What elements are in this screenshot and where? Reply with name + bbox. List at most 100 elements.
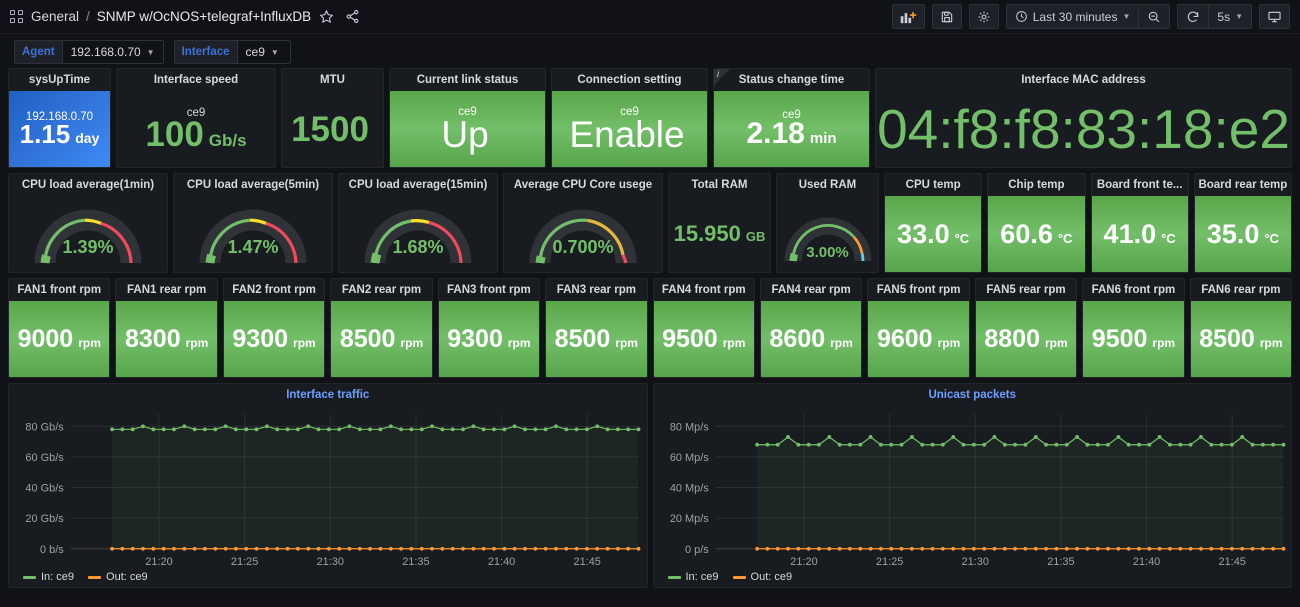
dashboard-row-3-fans: FAN1 front rpm 9000 rpm FAN1 rear rpm 8300 rp… <box>8 278 1293 378</box>
breadcrumb-folder-link[interactable]: General <box>31 9 79 24</box>
panel-title: Interface speed <box>153 74 239 86</box>
stat-unit: °C <box>1264 230 1279 246</box>
panel-body: 3.00% <box>777 196 878 272</box>
dashboards-grid-icon <box>10 9 24 24</box>
stat-value: 9300 <box>447 324 503 353</box>
panel-sysuptime[interactable]: sysUpTime 192.168.0.70 1.15 day <box>8 68 111 168</box>
refresh-interval-picker[interactable]: 5s ▼ <box>1209 5 1251 28</box>
time-range-picker[interactable]: Last 30 minutes ▼ <box>1007 5 1139 28</box>
panel-mtu[interactable]: MTU 1500 <box>281 68 384 168</box>
stat-unit: °C <box>1161 230 1176 246</box>
panel-body: 9300 rpm <box>223 301 325 377</box>
variable-agent-label: Agent <box>14 40 62 64</box>
panel-fan-3[interactable]: FAN2 front rpm 9300 rpm <box>222 278 326 378</box>
save-dashboard-button[interactable] <box>931 4 962 29</box>
panel-fan-8[interactable]: FAN4 rear rpm 8600 rpm <box>759 278 863 378</box>
gauge-cpu-load-15min: 1.68% <box>339 196 497 272</box>
panel-fan-2[interactable]: FAN1 rear rpm 8300 rpm <box>115 278 218 378</box>
svg-text:21:35: 21:35 <box>1047 556 1074 568</box>
legend-item-out[interactable]: Out: ce9 <box>88 571 148 583</box>
legend-swatch <box>667 575 681 579</box>
tv-mode-button[interactable] <box>1259 4 1290 29</box>
stat-value: Up <box>441 113 489 155</box>
panel-body: ce9 Up <box>390 91 545 167</box>
star-icon[interactable] <box>315 6 337 28</box>
stat-value: 15.950 <box>673 221 741 246</box>
panel-fan-7[interactable]: FAN4 front rpm 9500 rpm <box>652 278 755 378</box>
panel-body: 1.39% <box>9 196 167 272</box>
stat-unit: rpm <box>937 335 961 350</box>
chart-svg: 0 p/s 20 Mp/s 40 Mp/s 60 Mp/s 80 Mp/s 21:20 21… <box>669 414 1285 568</box>
panel-average-cpu-core-usage[interactable]: Average CPU Core usege 0.700% <box>503 173 663 273</box>
stat-value: 9000 <box>17 324 74 353</box>
legend-item-out[interactable]: Out: ce9 <box>732 571 792 583</box>
panel-cpu-load-1min[interactable]: CPU load average(1min) 1.39% <box>8 173 168 273</box>
panel-fan-11[interactable]: FAN6 front rpm 9500 rpm <box>1082 278 1185 378</box>
variable-agent-select[interactable]: 192.168.0.70 ▼ <box>61 40 164 64</box>
panel-fan-10[interactable]: FAN5 rear rpm 8800 rpm <box>974 278 1078 378</box>
info-icon[interactable]: i <box>717 69 719 79</box>
panel-body: 8500 rpm <box>546 301 647 377</box>
svg-text:21:45: 21:45 <box>573 556 600 568</box>
panel-interface-speed[interactable]: Interface speed ce9 100 Gb/s <box>116 68 276 168</box>
stat-unit: °C <box>954 230 970 246</box>
page-title: SNMP w/OcNOS+telegraf+InfluxDB <box>96 9 312 24</box>
panel-cpu-load-15min[interactable]: CPU load average(15min) 1.68% <box>338 173 498 273</box>
time-range-control-group: Last 30 minutes ▼ <box>1005 4 1171 29</box>
panel-fan-9[interactable]: FAN5 front rpm 9600 rpm <box>867 278 970 378</box>
gauge-value: 1.47% <box>227 237 279 257</box>
stat-value: 8800 <box>984 324 1040 353</box>
share-icon[interactable] <box>341 6 363 28</box>
panel-cpu-load-5min[interactable]: CPU load average(5min) 1.47% <box>173 173 333 273</box>
chevron-down-icon: ▼ <box>270 47 279 57</box>
dashboard-settings-button[interactable] <box>968 4 999 29</box>
legend-label: Out: ce9 <box>106 571 148 583</box>
zoom-out-time-button[interactable] <box>1139 5 1169 28</box>
panel-title: Interface traffic <box>286 389 370 401</box>
gauge-value: 3.00% <box>806 244 849 261</box>
panel-cpu-temp[interactable]: CPU temp 33.0 °C <box>884 173 983 273</box>
panel-title: CPU load average(1min) <box>21 179 155 191</box>
panel-body: 8800 rpm <box>975 301 1077 377</box>
stat-unit: day <box>75 130 100 146</box>
add-panel-button[interactable] <box>891 4 925 29</box>
panel-title: Average CPU Core usege <box>513 179 653 191</box>
panel-fan-6[interactable]: FAN3 rear rpm 8500 rpm <box>545 278 648 378</box>
panel-title: FAN6 rear rpm <box>1201 284 1281 296</box>
gauge-value: 0.700% <box>552 237 614 257</box>
panel-body: 9300 rpm <box>438 301 540 377</box>
panel-body: 8300 rpm <box>116 301 217 377</box>
stat-unit: rpm <box>1259 335 1283 350</box>
panel-status-change-time[interactable]: i Status change time ce9 2.18 min <box>713 68 870 168</box>
panel-board-front-temp[interactable]: Board front te... 41.0 °C <box>1090 173 1189 273</box>
panel-fan-4[interactable]: FAN2 rear rpm 8500 rpm <box>330 278 433 378</box>
chevron-down-icon: ▼ <box>146 47 155 57</box>
panel-current-link-status[interactable]: Current link status ce9 Up <box>389 68 546 168</box>
stat-value: 41.0 <box>1103 218 1157 249</box>
panel-title: Current link status <box>416 74 519 86</box>
chart-legend: In: ce9 Out: ce9 <box>23 571 148 583</box>
panel-interface-mac-address[interactable]: Interface MAC address 04:f8:f8:83:18:e2 <box>875 68 1292 168</box>
svg-text:60 Mp/s: 60 Mp/s <box>669 452 708 464</box>
panel-body: 60.6 °C <box>988 196 1085 272</box>
panel-interface-traffic[interactable]: Interface traffic 0 b/s 20 Gb/s 40 Gb/s 60 … <box>8 383 648 588</box>
panel-connection-setting[interactable]: Connection setting ce9 Enable <box>551 68 708 168</box>
panel-chip-temp[interactable]: Chip temp 60.6 °C <box>987 173 1086 273</box>
dashboard-grid: sysUpTime 192.168.0.70 1.15 day Interfac… <box>0 66 1300 588</box>
svg-text:21:30: 21:30 <box>961 556 988 568</box>
refresh-button[interactable] <box>1178 5 1208 28</box>
legend-item-in[interactable]: In: ce9 <box>667 571 719 583</box>
panel-unicast-packets[interactable]: Unicast packets 0 p/s 20 Mp/s 40 Mp/s 60 Mp… <box>652 383 1292 588</box>
panel-board-rear-temp[interactable]: Board rear temp 35.0 °C <box>1193 173 1292 273</box>
gauge-cpu-load-1min: 1.39% <box>9 196 167 272</box>
variable-interface-select[interactable]: ce9 ▼ <box>236 40 291 64</box>
panel-fan-12[interactable]: FAN6 rear rpm 8500 rpm <box>1189 278 1293 378</box>
panel-fan-5[interactable]: FAN3 front rpm 9300 rpm <box>437 278 541 378</box>
variable-agent-value: 192.168.0.70 <box>70 45 141 59</box>
panel-total-ram[interactable]: Total RAM 15.950 GB <box>668 173 771 273</box>
panel-fan-1[interactable]: FAN1 front rpm 9000 rpm <box>8 278 111 378</box>
gauge-average-cpu-core-usage: 0.700% <box>504 196 662 272</box>
svg-text:40 Gb/s: 40 Gb/s <box>25 483 64 495</box>
panel-used-ram[interactable]: Used RAM 3.00% <box>776 173 879 273</box>
legend-item-in[interactable]: In: ce9 <box>23 571 74 583</box>
